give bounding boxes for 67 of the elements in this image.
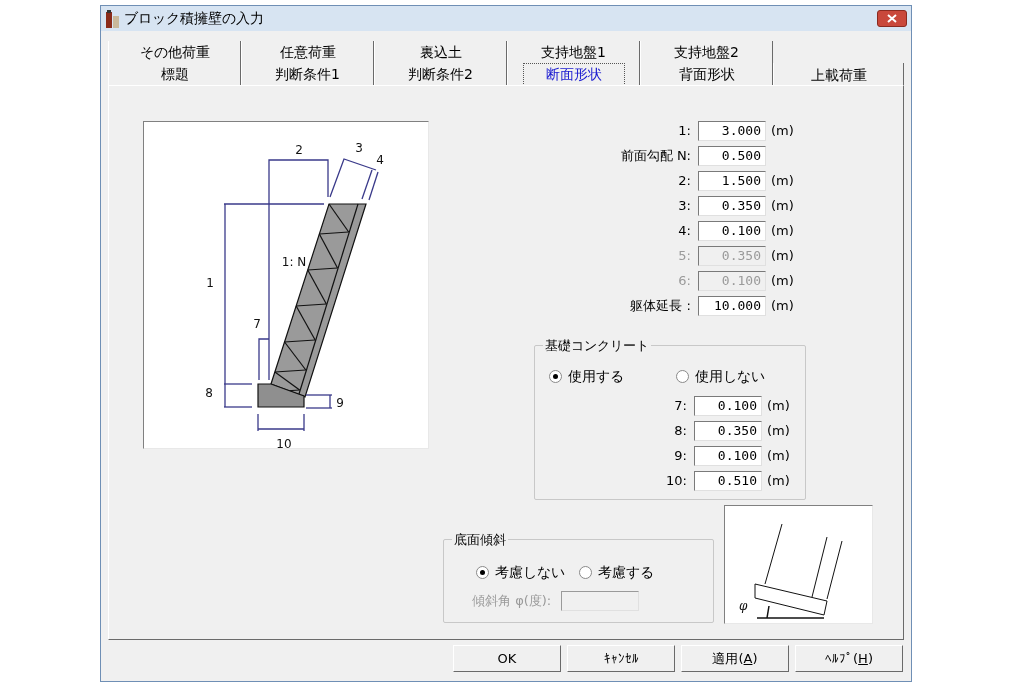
unit-label: (m) (771, 121, 794, 140)
dimension-label: 9 (336, 396, 344, 410)
dialog-button[interactable]: 適用(A) (681, 645, 789, 672)
number-field[interactable]: 0.350 (694, 420, 762, 441)
tab[interactable]: 断面形状 (507, 63, 640, 85)
field-label: 3: (677, 196, 691, 215)
dimension-label: 1 (206, 276, 214, 290)
number-field[interactable]: 0.500 (698, 145, 766, 166)
tab[interactable]: 標題 (108, 63, 241, 85)
close-icon (887, 14, 897, 23)
number-field[interactable]: 1.500 (698, 170, 766, 191)
tab[interactable]: 背面形状 (640, 63, 773, 85)
dimension-label: 7 (253, 317, 261, 331)
tab[interactable]: 裏込土 (374, 41, 507, 63)
dialog-button[interactable]: ﾍﾙﾌﾟ(H) (795, 645, 903, 672)
number-field[interactable]: 3.000 (698, 120, 766, 141)
close-button[interactable] (877, 10, 907, 27)
number-field[interactable]: 0.510 (694, 470, 762, 491)
field-label: 躯体延長 : (629, 296, 691, 315)
angle-label: φ (739, 599, 748, 613)
unit-label: (m) (767, 446, 790, 465)
field-label: 8: (673, 421, 687, 440)
unit-label: (m) (767, 421, 790, 440)
unit-label: (m) (771, 296, 794, 315)
number-field[interactable]: 0.350 (698, 195, 766, 216)
number-field[interactable]: 0.100 (694, 445, 762, 466)
number-field[interactable]: 10.000 (698, 295, 766, 316)
tab[interactable]: 判断条件1 (241, 63, 374, 85)
dialog-button[interactable]: ｷｬﾝｾﾙ (567, 645, 675, 672)
field-label: 4: (677, 221, 691, 240)
unit-label: (m) (771, 171, 794, 190)
window-title: ブロック積擁壁の入力 (124, 9, 264, 28)
unit-label: (m) (771, 246, 794, 265)
field-label: 傾斜角 φ(度): (472, 592, 552, 611)
dimension-label: 10 (276, 437, 292, 448)
unit-label: (m) (771, 221, 794, 240)
tab[interactable]: その他荷重 (108, 41, 241, 63)
field-label: 2: (677, 171, 691, 190)
field-label: 6: (677, 271, 691, 290)
unit-label: (m) (771, 196, 794, 215)
field-label: 5: (677, 246, 691, 265)
field-label: 1: (677, 121, 691, 140)
field-label: 10: (665, 471, 687, 490)
tab[interactable]: 上載荷重 (773, 63, 904, 85)
unit-label: (m) (771, 271, 794, 290)
tab[interactable]: 任意荷重 (241, 41, 374, 63)
dimension-label: 4 (376, 153, 384, 167)
dimension-label: 1: N (281, 255, 307, 269)
field-label: 7: (673, 396, 687, 415)
radio-option[interactable]: 使用する (549, 366, 624, 387)
dimension-label: 2 (295, 143, 303, 157)
tab[interactable]: 支持地盤1 (507, 41, 640, 63)
unit-label: (m) (767, 396, 790, 415)
radio-option[interactable]: 使用しない (676, 366, 765, 387)
app-icon (105, 9, 121, 28)
radio-option[interactable]: 考慮しない (476, 562, 565, 583)
dimension-label: 3 (355, 141, 363, 155)
number-field[interactable]: 0.100 (698, 220, 766, 241)
field-label: 9: (673, 446, 687, 465)
unit-label: (m) (767, 471, 790, 490)
dialog-button[interactable]: OK (453, 645, 561, 672)
number-field[interactable]: 0.100 (694, 395, 762, 416)
tab[interactable]: 判断条件2 (374, 63, 507, 85)
tab[interactable]: 支持地盤2 (640, 41, 773, 63)
field-label: 前面勾配 N: (619, 146, 691, 165)
dimension-label: 8 (205, 386, 213, 400)
radio-option[interactable]: 考慮する (579, 562, 654, 583)
